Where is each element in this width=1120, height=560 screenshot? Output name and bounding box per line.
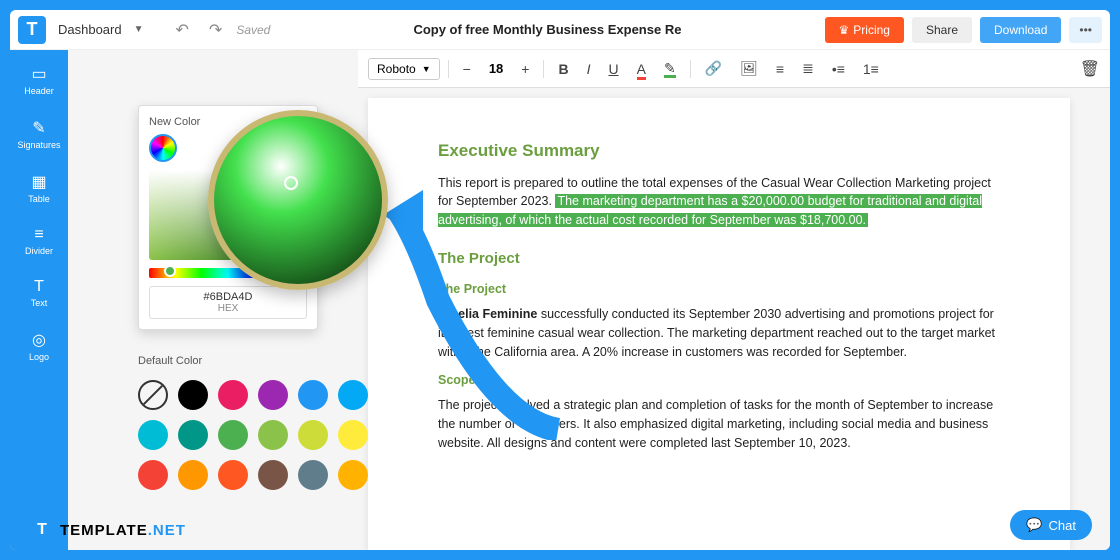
magnifier-overlay [208, 110, 388, 290]
doc-title: Copy of free Monthly Business Expense Re [278, 22, 816, 37]
more-button[interactable]: ••• [1069, 17, 1102, 43]
sidebar-item-signatures[interactable]: ✎Signatures [10, 114, 68, 154]
download-button[interactable]: Download [980, 17, 1061, 43]
color-swatch[interactable] [138, 420, 168, 450]
italic-button[interactable]: I [581, 57, 597, 81]
redo-icon[interactable]: ↷ [203, 18, 228, 42]
increase-size[interactable]: + [515, 57, 535, 81]
color-swatch[interactable] [218, 460, 248, 490]
sidebar-item-logo[interactable]: ◎Logo [10, 326, 68, 366]
image-button[interactable]: 🖼 [734, 56, 764, 81]
default-color-label: Default Color [138, 355, 202, 367]
color-swatch[interactable] [178, 420, 208, 450]
brand-badge: T TEMPLATE.NET [30, 518, 186, 542]
chevron-down-icon[interactable]: ▼ [134, 24, 144, 35]
crown-icon: ♛ [839, 23, 850, 37]
dashboard-tab[interactable]: Dashboard [54, 18, 126, 41]
color-swatch[interactable] [258, 420, 288, 450]
bold-button[interactable]: B [552, 57, 574, 81]
link-button[interactable]: 🔗 [699, 56, 728, 81]
color-wheel-icon[interactable] [149, 134, 177, 162]
underline-button[interactable]: U [602, 57, 624, 81]
sidebar-item-header[interactable]: ▭Header [10, 60, 68, 100]
color-swatch[interactable] [178, 380, 208, 410]
color-swatch[interactable] [178, 460, 208, 490]
topbar: T Dashboard ▼ ↶ ↷ Saved Copy of free Mon… [10, 10, 1110, 50]
share-button[interactable]: Share [912, 17, 972, 43]
color-swatch[interactable] [338, 380, 368, 410]
format-toolbar: Roboto▼ − 18 + B I U A ✎ 🔗 🖼 ≡ ≣ •≡ 1≡ 🗑 [358, 50, 1110, 88]
color-swatch[interactable] [338, 420, 368, 450]
color-swatch[interactable] [218, 380, 248, 410]
font-size[interactable]: 18 [483, 61, 509, 76]
hex-input[interactable]: #6BDA4D HEX [149, 286, 307, 319]
heading-executive-summary: Executive Summary [438, 138, 1000, 164]
number-button[interactable]: 1≡ [857, 57, 885, 81]
header-icon: ▭ [10, 64, 68, 84]
color-swatch[interactable] [138, 460, 168, 490]
color-swatch[interactable] [218, 420, 248, 450]
sidebar-item-divider[interactable]: ≡Divider [10, 222, 68, 260]
brand-icon: T [30, 518, 54, 542]
color-swatch[interactable] [258, 460, 288, 490]
undo-icon[interactable]: ↶ [170, 18, 195, 42]
table-icon: ▦ [10, 172, 68, 192]
chat-button[interactable]: 💬Chat [1010, 510, 1092, 540]
sidebar-item-text[interactable]: TText [10, 274, 68, 312]
align-button[interactable]: ≡ [770, 57, 790, 81]
font-select[interactable]: Roboto▼ [368, 58, 440, 80]
color-swatch[interactable] [298, 380, 328, 410]
hue-handle[interactable] [164, 265, 176, 277]
logo-icon: ◎ [10, 330, 68, 350]
text-icon: T [10, 278, 68, 296]
pen-icon: ✎ [10, 118, 68, 138]
chat-icon: 💬 [1026, 517, 1042, 533]
arrow-annotation [378, 180, 578, 440]
swatch-grid [138, 372, 368, 498]
sidebar-item-table[interactable]: ▦Table [10, 168, 68, 208]
picker-cursor [284, 176, 298, 190]
color-swatch[interactable] [338, 460, 368, 490]
pricing-button[interactable]: ♛Pricing [825, 17, 904, 43]
color-swatch[interactable] [298, 420, 328, 450]
text-color-button[interactable]: A [631, 57, 652, 81]
divider-icon: ≡ [10, 226, 68, 244]
highlight-button[interactable]: ✎ [658, 56, 682, 82]
saved-status: Saved [236, 23, 270, 37]
sidebar: ▭Header ✎Signatures ▦Table ≡Divider TTex… [10, 50, 68, 550]
trash-icon[interactable]: 🗑 [1080, 59, 1100, 79]
list-button[interactable]: ≣ [796, 56, 820, 81]
color-swatch[interactable] [258, 380, 288, 410]
decrease-size[interactable]: − [457, 57, 477, 81]
color-swatch[interactable] [298, 460, 328, 490]
app-logo[interactable]: T [18, 16, 46, 44]
bullet-button[interactable]: •≡ [826, 57, 851, 81]
no-color-swatch[interactable] [138, 380, 168, 410]
chevron-down-icon: ▼ [422, 64, 431, 74]
